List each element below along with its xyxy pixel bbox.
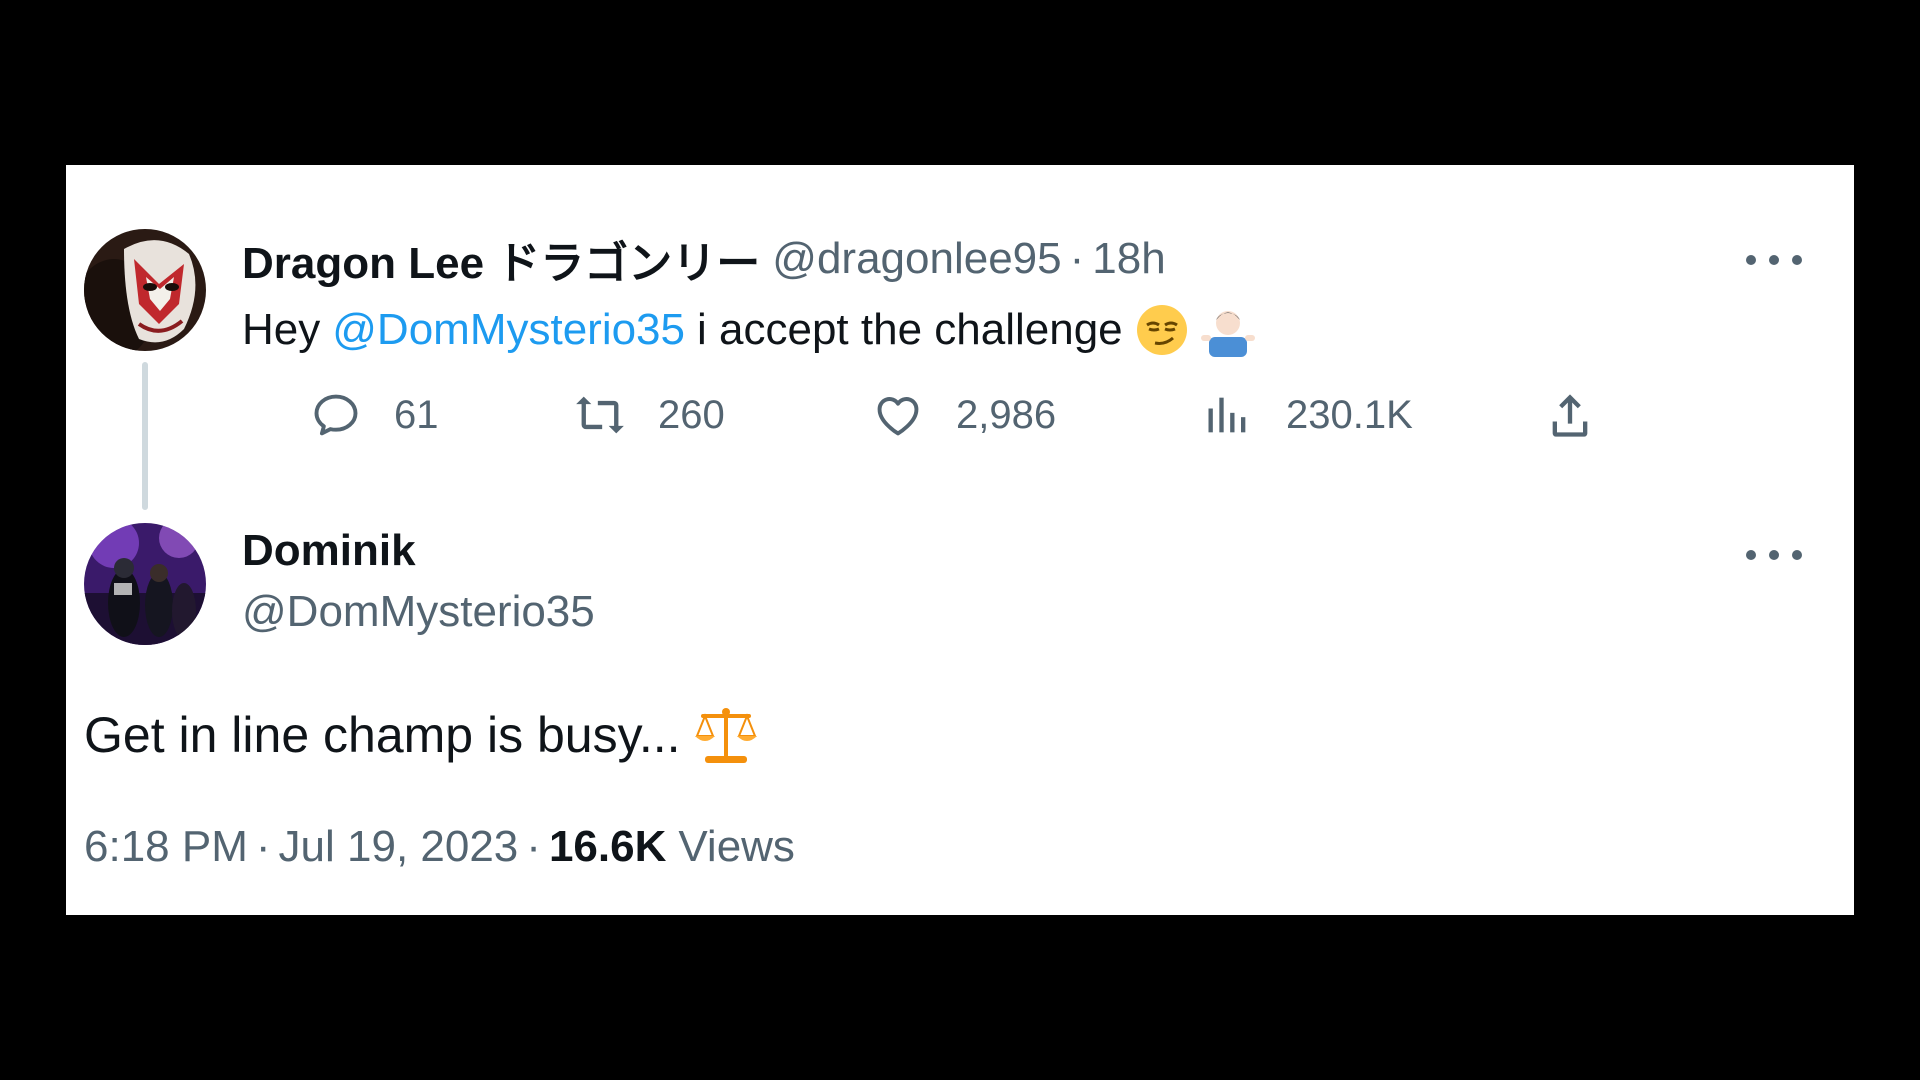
tweet1-text: Hey @DomMysterio35 i accept the challeng… <box>242 299 1255 361</box>
tweet2-separator-1: · <box>255 822 271 871</box>
heart-icon <box>870 387 926 443</box>
tweet1-text-prefix: Hey <box>242 305 321 354</box>
share-icon <box>1542 387 1598 443</box>
balance-scale-emoji-icon <box>693 704 759 766</box>
tweet1-more-options-icon[interactable] <box>1746 250 1802 270</box>
tweet2-more-options-icon[interactable] <box>1746 545 1802 565</box>
tweet2-handle[interactable]: @DomMysterio35 <box>242 587 595 637</box>
tweet1-handle[interactable]: @dragonlee95 <box>772 234 1061 284</box>
tweet1-action-bar: 61 260 2,986 230.1K <box>242 385 1588 445</box>
tweet2-time[interactable]: 6:18 PM <box>84 822 248 872</box>
tweet1-timestamp[interactable]: 18h <box>1092 234 1165 284</box>
tweet2-metadata: 6:18 PM · Jul 19, 2023 · 16.6K Views <box>84 817 795 877</box>
like-count: 2,986 <box>956 392 1057 437</box>
tweet2-text: Get in line champ is busy... <box>84 700 759 770</box>
tweet1-header: Dragon Lee ドラゴンリー @dragonlee95 · 18h <box>242 231 1166 288</box>
share-button[interactable] <box>1542 385 1598 445</box>
tweet2-separator-2: · <box>526 822 541 871</box>
tweet1-text-suffix: i accept the challenge <box>697 305 1123 354</box>
tweet2-views-label: Views <box>678 822 795 871</box>
tweet1-separator: · <box>1069 234 1085 283</box>
thread-connector-line <box>142 362 148 510</box>
retweet-icon <box>572 387 628 443</box>
tweet2-display-name[interactable]: Dominik <box>242 526 416 576</box>
reply-icon <box>308 387 364 443</box>
tweet2-date[interactable]: Jul 19, 2023 <box>279 822 519 872</box>
retweet-count: 260 <box>658 392 725 437</box>
reply-count: 61 <box>394 392 439 437</box>
tweet1-display-name[interactable]: Dragon Lee ドラゴンリー <box>242 227 760 291</box>
tweet2-text-content: Get in line champ is busy... <box>84 707 681 763</box>
reply-button[interactable]: 61 <box>308 385 439 445</box>
tweet2-views-count: 16.6K <box>548 822 667 871</box>
tweet1-mention-link[interactable]: @DomMysterio35 <box>332 305 685 355</box>
views-button[interactable]: 230.1K <box>1200 385 1413 445</box>
smirking-face-emoji-icon <box>1135 303 1189 357</box>
avatar-dragonlee[interactable] <box>84 229 206 351</box>
avatar-dominik[interactable] <box>84 523 206 645</box>
like-button[interactable]: 2,986 <box>870 385 1056 445</box>
views-count: 230.1K <box>1286 392 1413 437</box>
analytics-icon <box>1200 387 1256 443</box>
dominik-avatar-image <box>84 523 206 645</box>
man-shrugging-emoji-icon <box>1200 303 1255 357</box>
masked-wrestler-avatar-image <box>84 229 206 351</box>
retweet-button[interactable]: 260 <box>572 385 725 445</box>
tweet-card: Dragon Lee ドラゴンリー @dragonlee95 · 18h Hey… <box>66 165 1854 915</box>
